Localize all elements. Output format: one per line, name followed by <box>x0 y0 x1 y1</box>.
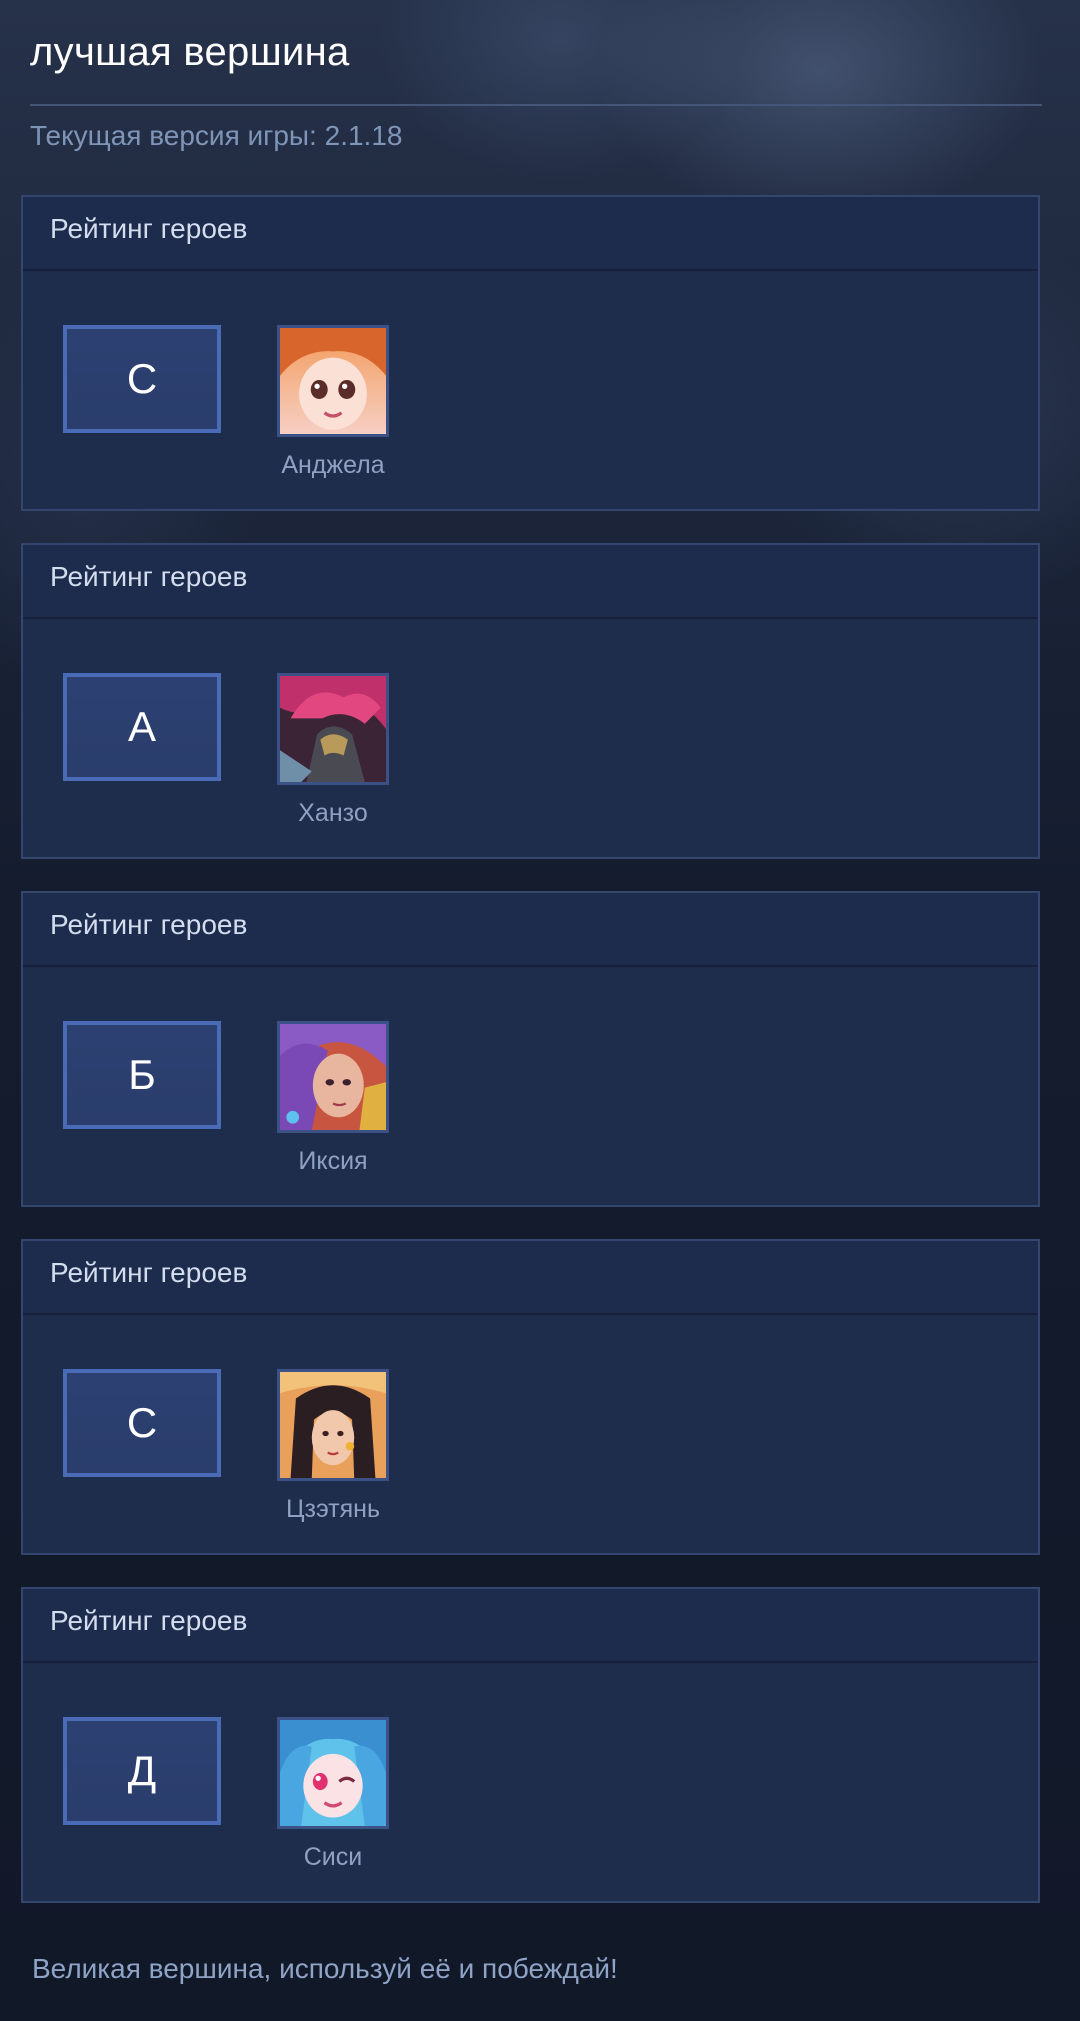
hero-name: Ханзо <box>298 799 368 827</box>
hero-portrait-icon[interactable] <box>277 1021 389 1133</box>
card-header: Рейтинг героев <box>23 197 1038 271</box>
card-title: Рейтинг героев <box>50 909 248 940</box>
hero-entry[interactable]: Ханзо <box>273 673 393 828</box>
card-body: С Анджела <box>23 271 1038 509</box>
hero-rating-list: Рейтинг героев С Анджела Рейтинг героев … <box>21 195 1044 1935</box>
card-header: Рейтинг героев <box>23 1589 1038 1663</box>
card-body: А Ханзо <box>23 619 1038 857</box>
angela-portrait-icon <box>280 328 386 434</box>
card-title: Рейтинг героев <box>50 561 248 592</box>
hero-rating-card: Рейтинг героев С Анджела <box>21 195 1040 511</box>
card-title: Рейтинг героев <box>50 1605 248 1636</box>
tier-badge: А <box>63 673 221 781</box>
tier-badge: С <box>63 1369 221 1477</box>
hero-rating-card: Рейтинг героев С Цзэтянь <box>21 1239 1040 1555</box>
hero-portrait-icon[interactable] <box>277 1717 389 1829</box>
ixia-portrait-icon <box>280 1024 386 1130</box>
card-body: Б Иксия <box>23 967 1038 1205</box>
tier-badge: С <box>63 325 221 433</box>
hero-name: Анджела <box>281 451 385 479</box>
hero-entry[interactable]: Анджела <box>273 325 393 480</box>
tier-badge: Д <box>63 1717 221 1825</box>
hero-rating-card: Рейтинг героев Б Иксия <box>21 891 1040 1207</box>
hero-rating-card: Рейтинг героев А Ханзо <box>21 543 1040 859</box>
hero-portrait-icon[interactable] <box>277 325 389 437</box>
hanzo-portrait-icon <box>280 676 386 782</box>
card-title: Рейтинг героев <box>50 213 248 244</box>
cici-portrait-icon <box>280 1720 386 1826</box>
card-header: Рейтинг героев <box>23 893 1038 967</box>
hero-entry[interactable]: Иксия <box>273 1021 393 1176</box>
card-header: Рейтинг героев <box>23 1241 1038 1315</box>
tier-badge: Б <box>63 1021 221 1129</box>
page-title: лучшая вершина <box>30 30 350 74</box>
hero-name: Сиси <box>303 1843 363 1871</box>
hero-portrait-icon[interactable] <box>277 1369 389 1481</box>
hero-name: Цзэтянь <box>286 1495 380 1523</box>
hero-rating-card: Рейтинг героев Д Сиси <box>21 1587 1040 1903</box>
game-version-text: Текущая версия игры: 2.1.18 <box>30 120 403 151</box>
hero-name: Иксия <box>298 1147 368 1175</box>
hero-portrait-icon[interactable] <box>277 673 389 785</box>
card-body: Д Сиси <box>23 1663 1038 1901</box>
zetian-portrait-icon <box>280 1372 386 1478</box>
card-body: С Цзэтянь <box>23 1315 1038 1553</box>
hero-entry[interactable]: Сиси <box>273 1717 393 1872</box>
card-title: Рейтинг героев <box>50 1257 248 1288</box>
title-divider <box>30 104 1042 106</box>
card-header: Рейтинг героев <box>23 545 1038 619</box>
hero-entry[interactable]: Цзэтянь <box>273 1369 393 1524</box>
footer-slogan: Великая вершина, используй её и побеждай… <box>32 1953 618 1984</box>
